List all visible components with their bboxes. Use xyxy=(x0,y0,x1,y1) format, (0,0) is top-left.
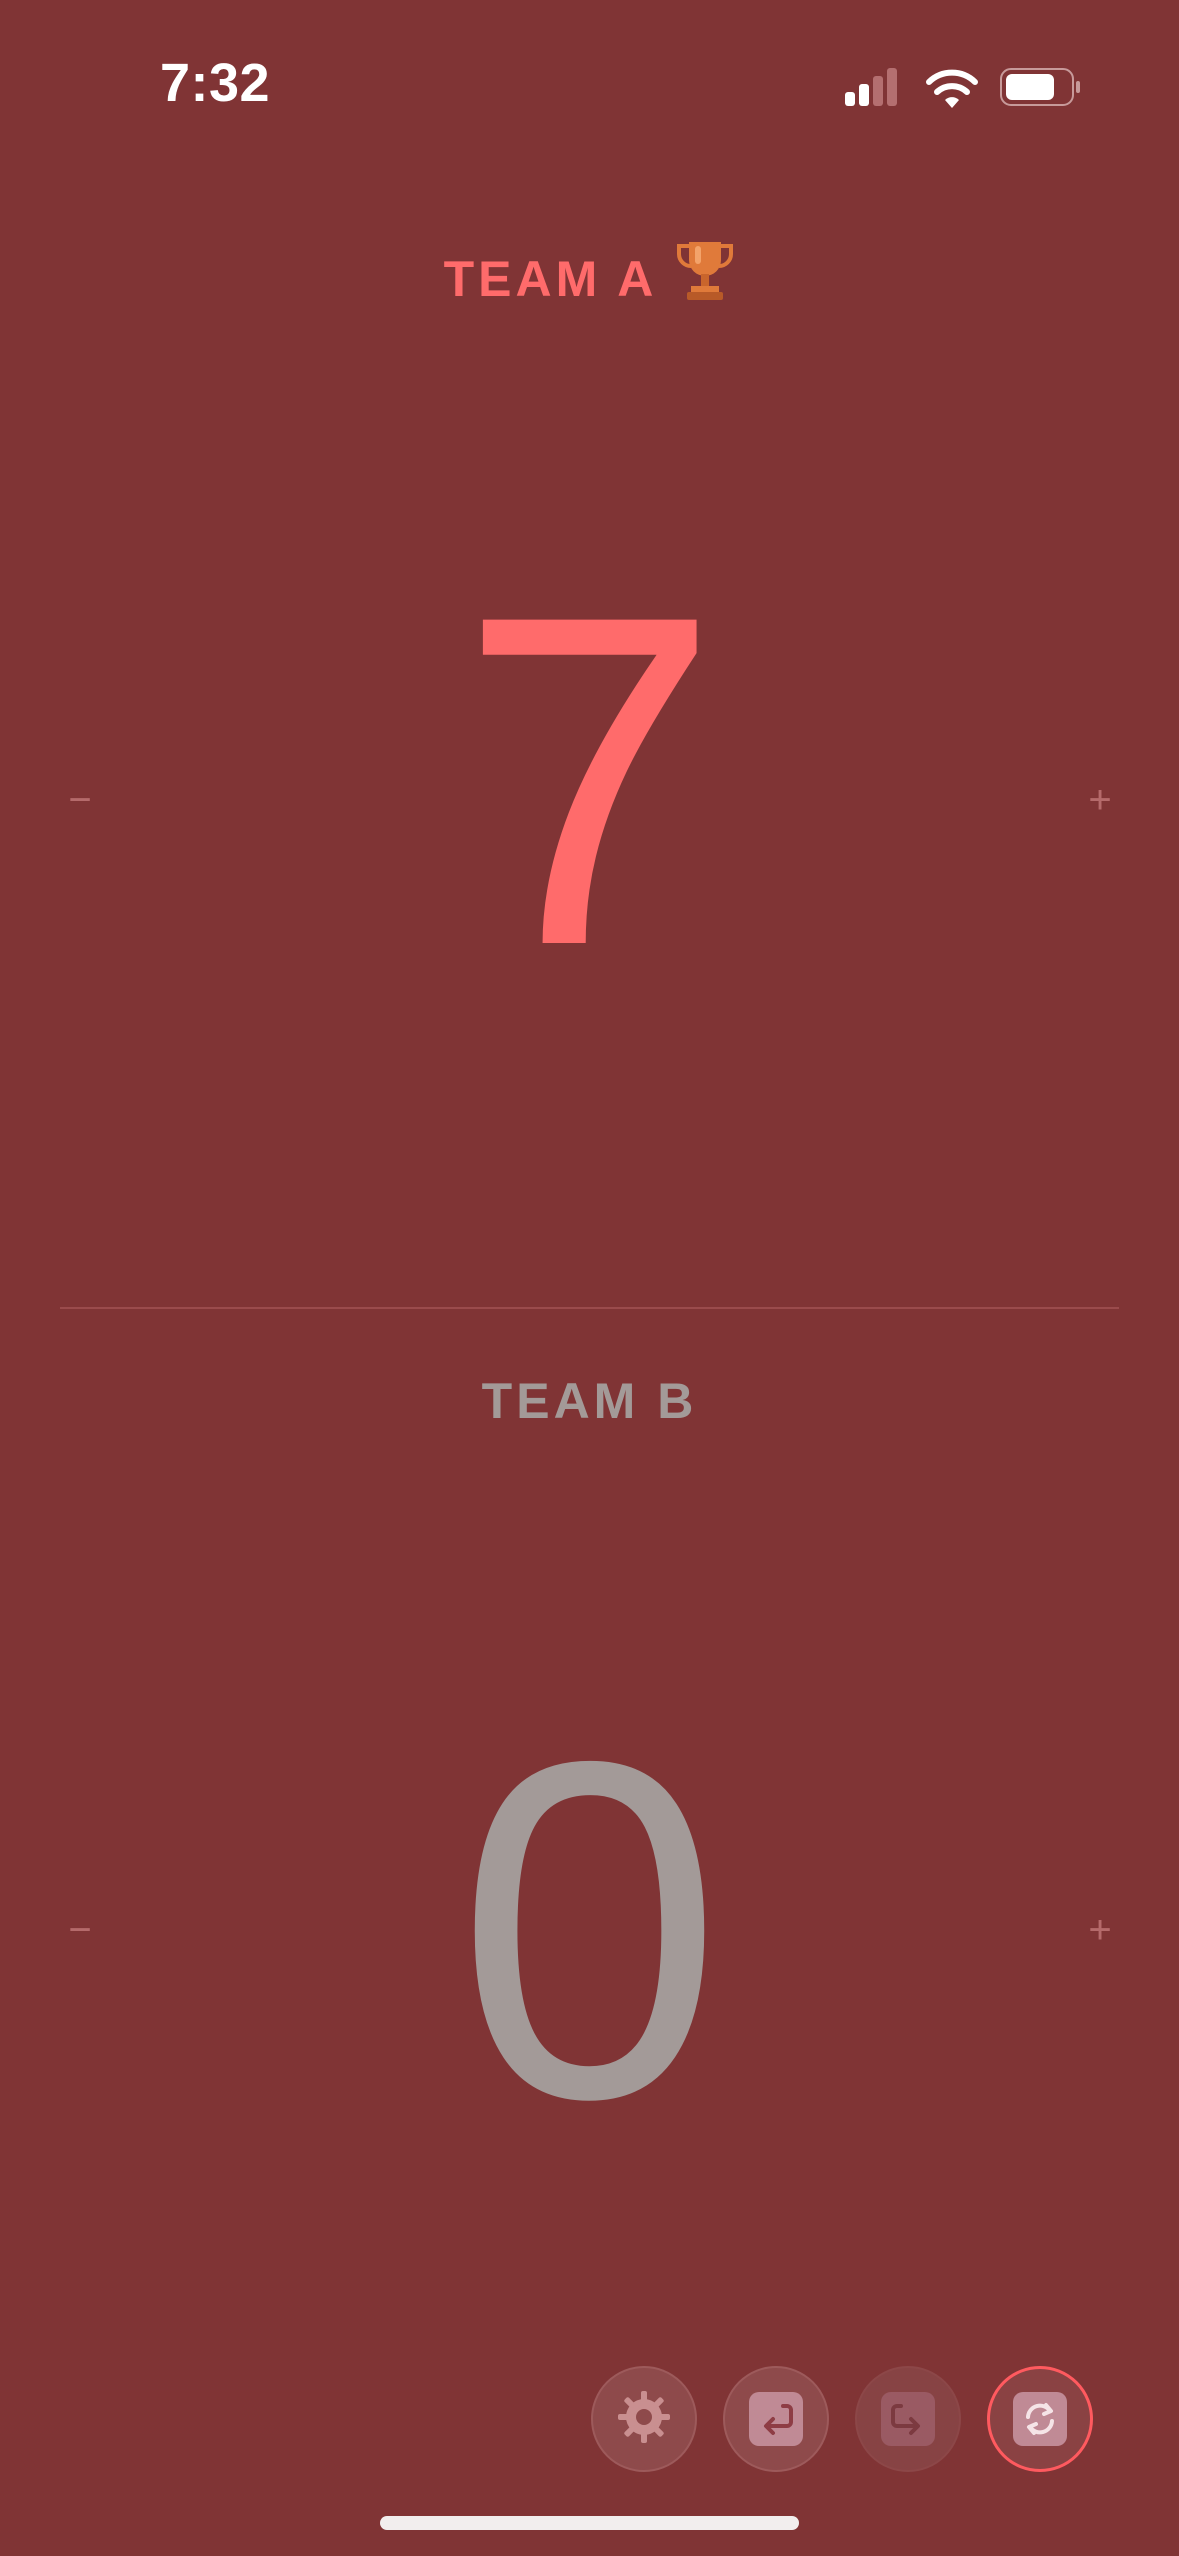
team-b-score[interactable]: 0 xyxy=(0,1690,1179,2170)
team-divider xyxy=(60,1307,1119,1309)
trophy-icon xyxy=(675,238,735,314)
team-a-name: TEAM A xyxy=(443,251,658,307)
swap-icon xyxy=(1013,2392,1067,2446)
team-a-header: TEAM A xyxy=(0,238,1179,314)
settings-button[interactable] xyxy=(591,2366,697,2472)
team-b-name: TEAM B xyxy=(481,1373,698,1429)
redo-button[interactable] xyxy=(855,2366,961,2472)
team-b-increment-button[interactable]: + xyxy=(1060,1890,1140,1970)
team-b-header: TEAM B xyxy=(0,1372,1179,1430)
swap-sides-button[interactable] xyxy=(987,2366,1093,2472)
wifi-icon xyxy=(926,69,978,108)
undo-icon xyxy=(749,2392,803,2446)
home-indicator[interactable] xyxy=(380,2516,799,2530)
team-a-increment-button[interactable]: + xyxy=(1060,760,1140,840)
status-time: 7:32 xyxy=(160,53,271,113)
battery-icon xyxy=(1000,68,1080,106)
gear-icon xyxy=(614,2387,674,2452)
undo-button[interactable] xyxy=(723,2366,829,2472)
redo-icon xyxy=(881,2392,935,2446)
team-a-score[interactable]: 7 xyxy=(0,546,1179,1016)
cellular-signal-icon xyxy=(845,66,905,106)
